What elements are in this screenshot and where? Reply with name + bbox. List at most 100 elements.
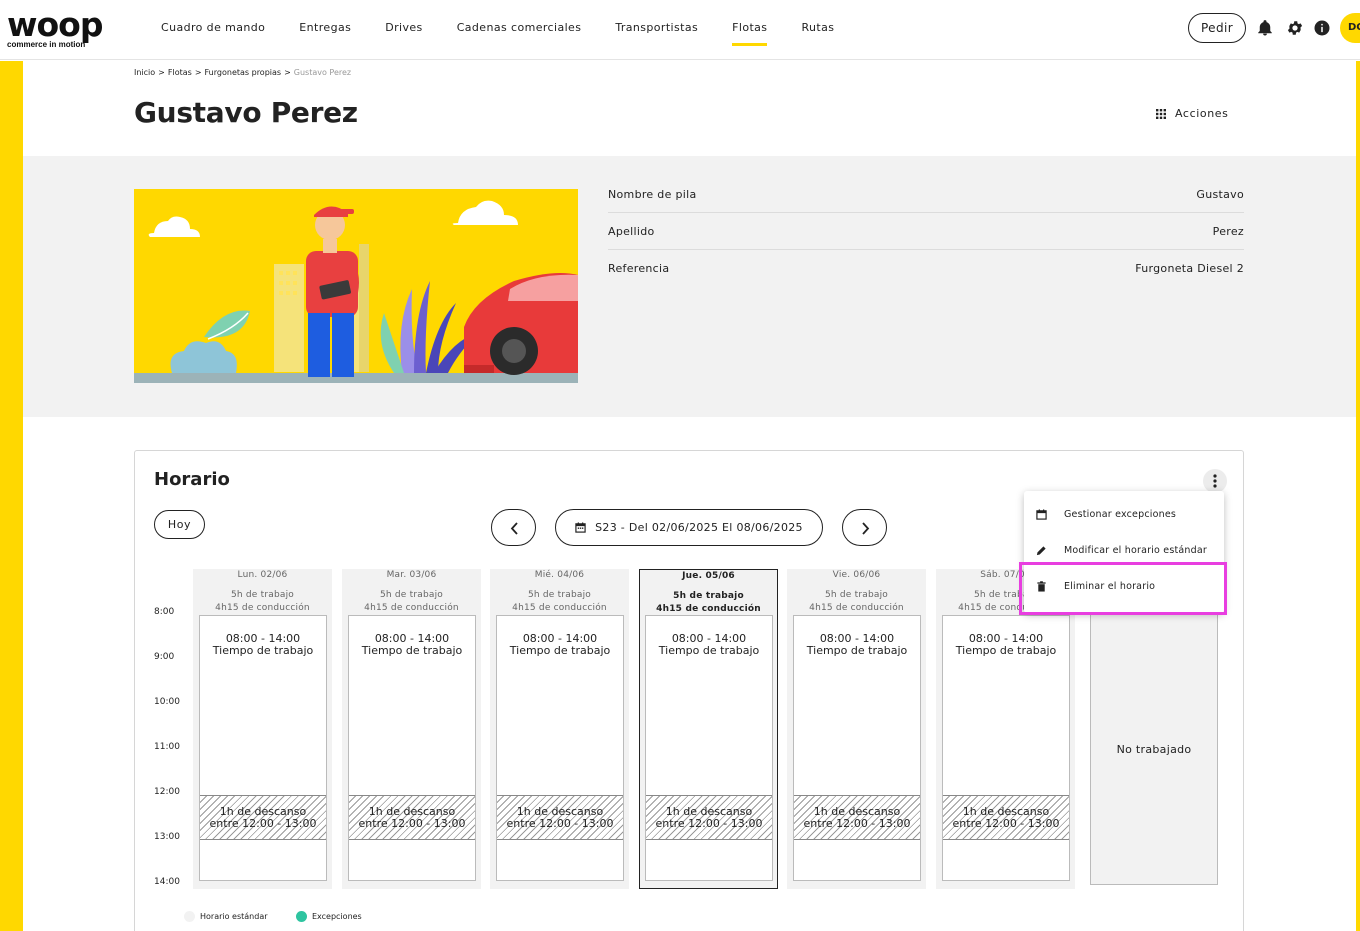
user-avatar[interactable]: DC xyxy=(1340,13,1360,43)
left-accent-strip xyxy=(0,61,23,931)
slot-text: 08:00 - 14:00 Tiempo de trabajo xyxy=(794,633,920,657)
day-column-sab: Sáb. 07/06 5h de trabajo 4h15 de conducc… xyxy=(936,569,1075,889)
legend-label: Excepciones xyxy=(312,912,362,921)
day-column-lun: Lun. 02/06 5h de trabajo 4h15 de conducc… xyxy=(193,569,332,889)
hour-label: 10:00 xyxy=(154,697,180,707)
info-label: Nombre de pila xyxy=(608,187,697,201)
work-slot[interactable]: 08:00 - 14:00 Tiempo de trabajo 1h de de… xyxy=(793,615,921,881)
driver-illustration xyxy=(134,189,578,383)
day-header: Mar. 03/06 5h de trabajo 4h15 de conducc… xyxy=(342,569,481,615)
info-label: Referencia xyxy=(608,262,670,275)
day-header: Jue. 05/06 5h de trabajo 4h15 de conducc… xyxy=(640,570,777,616)
main-nav: Cuadro de mando Entregas Drives Cadenas … xyxy=(161,0,868,60)
page-title: Gustavo Perez xyxy=(134,96,358,129)
day-driving-hours: 4h15 de conducción xyxy=(512,603,607,613)
work-slot[interactable]: 08:00 - 14:00 Tiempo de trabajo 1h de de… xyxy=(348,615,476,881)
pedir-button[interactable]: Pedir xyxy=(1188,13,1246,43)
calendar-icon xyxy=(575,522,586,533)
breadcrumb-furgonetas-propias[interactable]: Furgonetas propias xyxy=(205,68,282,77)
pencil-icon xyxy=(1036,545,1046,555)
day-name: Jue. 05/06 xyxy=(682,571,735,581)
day-column-mar: Mar. 03/06 5h de trabajo 4h15 de conducc… xyxy=(342,569,481,889)
nav-item-flotas[interactable]: Flotas xyxy=(732,0,768,60)
scrollbar[interactable] xyxy=(1356,61,1360,931)
slot-label: Tiempo de trabajo xyxy=(806,644,908,657)
nav-item-cuadro-de-mando[interactable]: Cuadro de mando xyxy=(161,0,265,60)
breadcrumb-inicio[interactable]: Inicio xyxy=(134,68,155,77)
breadcrumb-current: Gustavo Perez xyxy=(293,68,352,77)
legend-exceptions: Excepciones xyxy=(296,911,362,922)
slot-text: 08:00 - 14:00 Tiempo de trabajo xyxy=(497,633,623,657)
day-work-hours: 5h de trabajo xyxy=(231,590,294,600)
slot-text: 08:00 - 14:00 Tiempo de trabajo xyxy=(943,633,1069,657)
day-driving-hours: 4h15 de conducción xyxy=(215,603,310,613)
acciones-button[interactable]: Acciones xyxy=(1156,107,1228,120)
chevron-left-icon xyxy=(510,522,518,535)
previous-week-button[interactable] xyxy=(491,509,536,546)
break-window: entre 12:00 - 13:00 xyxy=(655,817,763,830)
info-value: Gustavo xyxy=(1196,187,1244,201)
work-slot[interactable]: 08:00 - 14:00 Tiempo de trabajo 1h de de… xyxy=(199,615,327,881)
break-block: 1h de descanso entre 12:00 - 13:00 xyxy=(943,795,1069,840)
day-work-hours: 5h de trabajo xyxy=(673,591,744,601)
slot-label: Tiempo de trabajo xyxy=(658,644,760,657)
hour-label: 13:00 xyxy=(154,832,180,842)
day-driving-hours: 4h15 de conducción xyxy=(364,603,459,613)
nav-item-drives[interactable]: Drives xyxy=(385,0,422,60)
slot-label: Tiempo de trabajo xyxy=(955,644,1057,657)
info-label: Apellido xyxy=(608,224,655,238)
day-header: Vie. 06/06 5h de trabajo 4h15 de conducc… xyxy=(787,569,926,615)
bell-icon[interactable] xyxy=(1256,19,1274,37)
next-week-button[interactable] xyxy=(842,509,887,546)
break-window: entre 12:00 - 13:00 xyxy=(358,817,466,830)
nav-item-cadenas-comerciales[interactable]: Cadenas comerciales xyxy=(457,0,582,60)
hour-label: 8:00 xyxy=(154,607,175,617)
legend-dot-standard xyxy=(184,911,195,922)
chevron-right-icon: > xyxy=(194,68,202,77)
schedule-menu-button[interactable] xyxy=(1203,469,1227,493)
breadcrumb: Inicio > Flotas > Furgonetas propias > Gustavo… xyxy=(134,68,351,77)
highlight-box xyxy=(1019,562,1227,615)
slot-text: 08:00 - 14:00 Tiempo de trabajo xyxy=(646,633,772,657)
hour-label: 11:00 xyxy=(154,742,180,752)
break-window: entre 12:00 - 13:00 xyxy=(803,817,911,830)
work-slot[interactable]: 08:00 - 14:00 Tiempo de trabajo 1h de de… xyxy=(942,615,1070,881)
day-driving-hours: 4h15 de conducción xyxy=(809,603,904,613)
day-name: Vie. 06/06 xyxy=(832,570,881,580)
top-navigation-bar: woop commerce in motion Cuadro de mando … xyxy=(0,0,1360,60)
day-column-jue-today: Jue. 05/06 5h de trabajo 4h15 de conducc… xyxy=(639,569,778,889)
break-window: entre 12:00 - 13:00 xyxy=(506,817,614,830)
nav-item-transportistas[interactable]: Transportistas xyxy=(615,0,698,60)
chevron-right-icon: > xyxy=(284,68,291,77)
hour-label: 14:00 xyxy=(154,877,180,887)
breadcrumb-flotas[interactable]: Flotas xyxy=(168,68,192,77)
work-slot[interactable]: 08:00 - 14:00 Tiempo de trabajo 1h de de… xyxy=(496,615,624,881)
day-work-hours: 5h de trabajo xyxy=(528,590,591,600)
legend-dot-exceptions xyxy=(296,911,307,922)
chevron-right-icon: > xyxy=(158,68,165,77)
slot-label: Tiempo de trabajo xyxy=(212,644,314,657)
info-row-referencia: Referencia Furgoneta Diesel 2 xyxy=(608,250,1244,287)
work-slot[interactable]: 08:00 - 14:00 Tiempo de trabajo 1h de de… xyxy=(645,615,773,881)
info-row-apellido: Apellido Perez xyxy=(608,213,1244,250)
day-name: Mié. 04/06 xyxy=(534,570,585,580)
week-selector[interactable]: S23 - Del 02/06/2025 El 08/06/2025 xyxy=(555,509,823,546)
legend-standard: Horario estándar xyxy=(184,911,268,922)
nav-item-rutas[interactable]: Rutas xyxy=(801,0,834,60)
info-row-nombre: Nombre de pila Gustavo xyxy=(608,176,1244,213)
day-column-mie: Mié. 04/06 5h de trabajo 4h15 de conducc… xyxy=(490,569,629,889)
gear-icon[interactable] xyxy=(1286,19,1304,37)
menu-item-gestionar-excepciones[interactable]: Gestionar excepciones xyxy=(1024,496,1224,532)
info-icon[interactable] xyxy=(1313,19,1331,37)
hoy-button[interactable]: Hoy xyxy=(154,510,205,539)
break-window: entre 12:00 - 13:00 xyxy=(209,817,317,830)
sunday-not-worked[interactable]: No trabajado xyxy=(1090,613,1218,885)
day-name: Lun. 02/06 xyxy=(237,570,288,580)
calendar-icon xyxy=(1036,508,1047,520)
woop-logo[interactable]: woop commerce in motion xyxy=(7,8,117,49)
info-value: Perez xyxy=(1212,224,1244,238)
nav-item-entregas[interactable]: Entregas xyxy=(299,0,351,60)
legend-label: Horario estándar xyxy=(200,912,268,921)
grid-icon xyxy=(1156,108,1166,119)
schedule-title: Horario xyxy=(154,469,230,490)
